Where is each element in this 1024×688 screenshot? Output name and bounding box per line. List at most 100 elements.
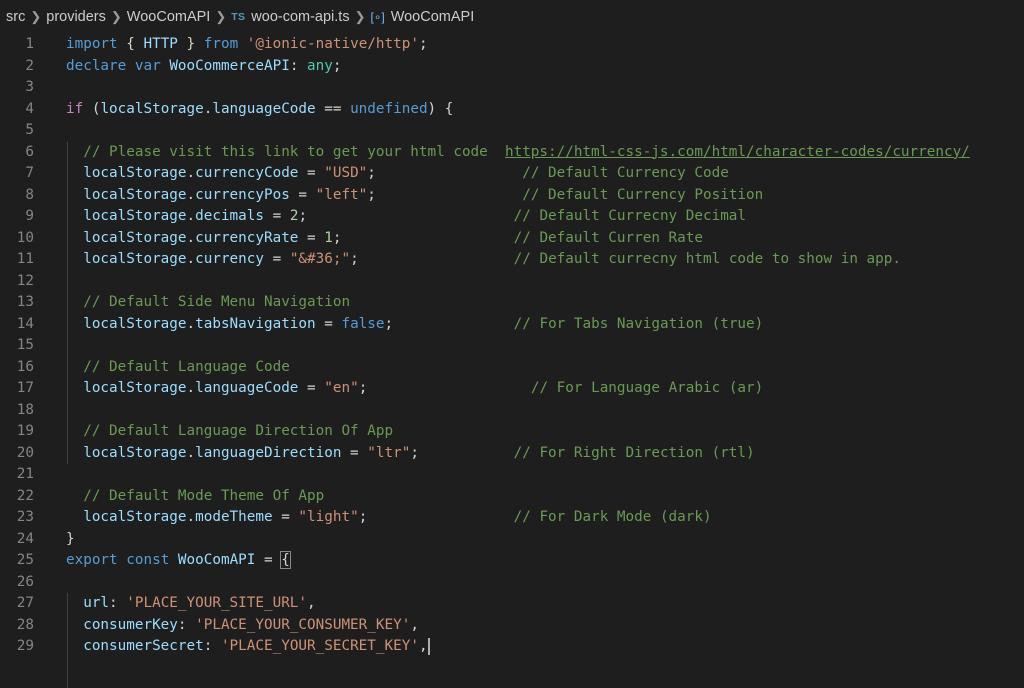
code-line[interactable]: 27 url: 'PLACE_YOUR_SITE_URL',	[0, 593, 1024, 615]
code-token: localStorage	[83, 251, 187, 267]
code-text: url: 'PLACE_YOUR_SITE_URL',	[66, 593, 316, 615]
code-text: declare var WooCommerceAPI: any;	[66, 56, 341, 78]
code-token: ) {	[427, 100, 454, 117]
code-token: .	[186, 315, 196, 332]
text-cursor	[427, 637, 430, 655]
line-number: 8	[25, 186, 34, 203]
line-number: 10	[16, 229, 34, 246]
code-token: .	[186, 186, 196, 203]
code-token: .	[186, 444, 196, 461]
code-text: localStorage.currencyRate = 1; // Defaul…	[66, 228, 703, 250]
code-line[interactable]: 4 if (localStorage.languageCode == undefi…	[0, 99, 1024, 121]
line-number: 13	[16, 294, 34, 310]
code-line[interactable]: 21	[0, 464, 1024, 486]
code-line[interactable]: 14 localStorage.tabsNavigation = false; …	[0, 314, 1024, 336]
code-line[interactable]: 7 localStorage.currencyCode = "USD"; // …	[0, 163, 1024, 185]
code-line[interactable]: 5	[0, 120, 1024, 142]
code-text: // Default Side Menu Navigation	[66, 292, 350, 314]
code-token: =	[315, 315, 342, 332]
code-line[interactable]: 19 // Default Language Direction Of App	[0, 421, 1024, 443]
breadcrumb-providers[interactable]: providers	[46, 9, 106, 25]
code-token: languageCode	[212, 100, 316, 117]
code-token: localStorage	[100, 100, 204, 117]
breadcrumb-woocomapi-folder[interactable]: WooComAPI	[127, 9, 211, 25]
code-line[interactable]: 9 localStorage.decimals = 2; // Default …	[0, 206, 1024, 228]
code-token: consumerSecret	[83, 638, 204, 654]
code-token: 1	[324, 229, 333, 246]
code-token: :	[109, 595, 127, 611]
code-line[interactable]: 6 // Please visit this link to get your …	[0, 142, 1024, 164]
code-line[interactable]: 17 localStorage.languageCode = "en"; // …	[0, 378, 1024, 400]
code-link[interactable]: https://html-css-js.com/html/character-c…	[505, 144, 970, 160]
line-number: 28	[16, 616, 34, 633]
code-token: "&#36;"	[289, 251, 351, 267]
code-token: false	[341, 315, 385, 332]
code-token: ;	[367, 165, 523, 181]
code-token: .	[186, 229, 196, 246]
code-token: localStorage	[83, 315, 187, 332]
code-token: }	[66, 530, 75, 547]
code-line[interactable]: 26	[0, 572, 1024, 594]
code-token: (	[83, 100, 101, 117]
code-token: undefined	[350, 100, 428, 117]
code-token: =	[298, 380, 325, 396]
breadcrumb-file[interactable]: woo-com-api.ts	[251, 9, 349, 25]
line-number: 22	[16, 487, 34, 504]
code-text: // Default Mode Theme Of App	[66, 486, 324, 508]
code-token: "en"	[324, 380, 359, 396]
code-token: currency	[195, 251, 264, 267]
code-token: }	[177, 36, 204, 52]
line-number: 4	[25, 100, 34, 117]
code-token: ,	[307, 595, 316, 611]
code-token: // Default Currecny Decimal	[513, 208, 747, 224]
code-line[interactable]: 3	[0, 77, 1024, 99]
code-line[interactable]: 12	[0, 271, 1024, 293]
code-token: ;	[358, 380, 531, 396]
code-token: var	[134, 57, 161, 74]
line-number: 5	[25, 122, 34, 138]
line-number: 25	[16, 552, 34, 568]
code-text: // Default Language Direction Of App	[66, 421, 393, 443]
code-token: =	[264, 208, 290, 224]
code-token: url	[83, 595, 110, 611]
code-token: 'PLACE_YOUR_SITE_URL'	[126, 595, 308, 611]
code-text: localStorage.modeTheme = "light"; // For…	[66, 507, 711, 529]
code-token: =	[289, 186, 316, 203]
code-editor[interactable]: 1 import { HTTP } from '@ionic-native/htt…	[0, 34, 1024, 688]
code-line[interactable]: 23 localStorage.modeTheme = "light"; // …	[0, 507, 1024, 529]
code-token: {	[117, 36, 144, 52]
code-token: currencyCode	[195, 165, 299, 181]
code-token: ;	[367, 186, 523, 203]
code-line[interactable]: 13 // Default Side Menu Navigation	[0, 292, 1024, 314]
code-line[interactable]: 24}	[0, 529, 1024, 551]
code-line[interactable]: 10 localStorage.currencyRate = 1; // Def…	[0, 228, 1024, 250]
code-token: decimals	[195, 208, 264, 224]
code-line[interactable]: 22 // Default Mode Theme Of App	[0, 486, 1024, 508]
code-line[interactable]: 15	[0, 335, 1024, 357]
code-token: currencyRate	[195, 229, 299, 246]
breadcrumb-src[interactable]: src	[6, 9, 25, 25]
symbol-variable-icon: [∘]	[370, 10, 385, 24]
code-line[interactable]: 25 export const WooComAPI = {	[0, 550, 1024, 572]
code-token: ;	[358, 509, 514, 525]
code-line[interactable]: 1 import { HTTP } from '@ionic-native/htt…	[0, 34, 1024, 56]
code-line[interactable]: 29 consumerSecret: 'PLACE_YOUR_SECRET_KE…	[0, 636, 1024, 658]
code-line[interactable]: 20 localStorage.languageDirection = "ltr…	[0, 443, 1024, 465]
breadcrumb-symbol[interactable]: WooComAPI	[391, 9, 475, 25]
code-token: // Default Language Code	[83, 358, 290, 375]
code-token: =	[264, 251, 290, 267]
code-line[interactable]: 11 localStorage.currency = "&#36;"; // D…	[0, 249, 1024, 271]
code-token: localStorage	[83, 229, 187, 246]
code-line[interactable]: 2 declare var WooCommerceAPI: any;	[0, 56, 1024, 78]
code-line[interactable]: 28 consumerKey: 'PLACE_YOUR_CONSUMER_KEY…	[0, 615, 1024, 637]
code-line[interactable]: 18	[0, 400, 1024, 422]
code-line[interactable]: 8 localStorage.currencyPos = "left"; // …	[0, 185, 1024, 207]
line-number: 16	[16, 358, 34, 375]
code-text: localStorage.languageCode = "en"; // For…	[66, 378, 763, 400]
code-line[interactable]: 16 // Default Language Code	[0, 357, 1024, 379]
line-number: 11	[16, 251, 34, 267]
